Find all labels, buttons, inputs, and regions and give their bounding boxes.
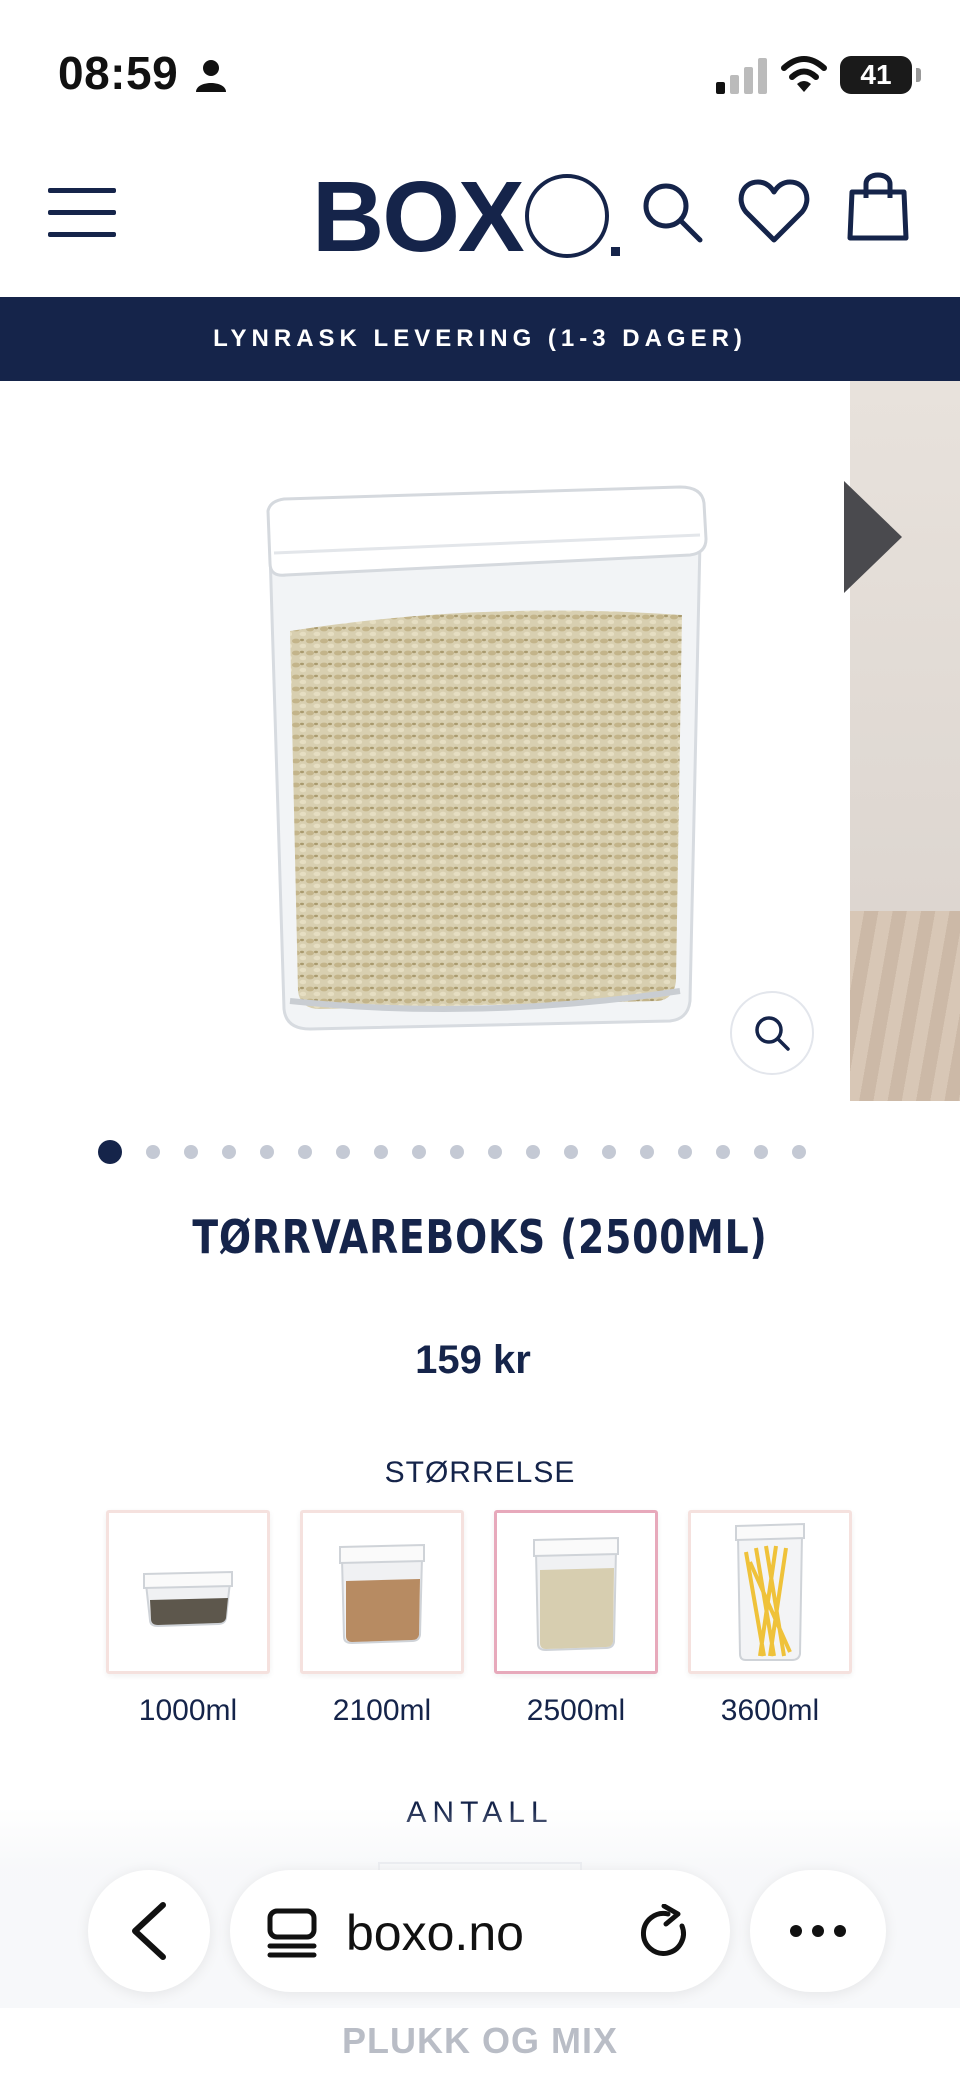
pagination-dot[interactable] [336, 1145, 350, 1159]
variant-label: 2100ml [332, 1694, 432, 1727]
variant-thumbnail[interactable] [106, 1510, 270, 1674]
more-icon-dot [834, 1925, 846, 1937]
pagination-dot[interactable] [184, 1145, 198, 1159]
variant-label: 1000ml [138, 1694, 238, 1727]
next-slide-preview[interactable] [844, 381, 960, 1101]
pagination-dot[interactable] [640, 1145, 654, 1159]
status-time: 08:59 [58, 47, 179, 99]
variant-thumbnail[interactable] [688, 1510, 852, 1674]
next-slide-floor [850, 911, 960, 1101]
logo-text: BOX [312, 161, 525, 273]
size-variants: 1000ml 2100ml 2500ml 3600ml [106, 1510, 856, 1728]
product-image[interactable] [250, 481, 720, 1041]
pagination-dot[interactable] [222, 1145, 236, 1159]
variant-2100ml[interactable]: 2100ml [300, 1510, 464, 1728]
pagination-dot[interactable] [716, 1145, 730, 1159]
pagination-dot[interactable] [450, 1145, 464, 1159]
site-header: BOX [0, 140, 960, 296]
variant-3600ml[interactable]: 3600ml [688, 1510, 852, 1728]
product-title: TØRRVAREBOKS (2500ML) [192, 1210, 768, 1264]
more-icon-dot [790, 1925, 802, 1937]
signal-icon [716, 58, 767, 94]
variant-thumbnail[interactable] [300, 1510, 464, 1674]
variant-1000ml[interactable]: 1000ml [106, 1510, 270, 1728]
variant-label: 2500ml [526, 1694, 626, 1727]
person-icon [196, 60, 226, 92]
variant-image [735, 1522, 805, 1661]
reload-icon[interactable] [638, 1904, 692, 1960]
zoom-button[interactable] [730, 991, 814, 1075]
pagination-dot[interactable] [412, 1145, 426, 1159]
back-icon [132, 1902, 166, 1960]
heart-icon[interactable] [738, 178, 810, 244]
pagination-dot[interactable] [98, 1140, 122, 1164]
battery-indicator: 41 [840, 56, 921, 94]
menu-icon[interactable] [48, 184, 116, 240]
pagination-dot[interactable] [564, 1145, 578, 1159]
tabs-icon[interactable] [266, 1908, 318, 1958]
variant-image [339, 1543, 425, 1645]
logo-dot [610, 247, 620, 256]
status-bar: 08:59 41 [0, 0, 960, 130]
url-text[interactable]: boxo.no [346, 1904, 524, 1962]
announcement-bar: LYNRASK LEVERING (1-3 DAGER) [0, 297, 960, 381]
product-price: 159 kr [415, 1338, 531, 1382]
bag-icon[interactable] [846, 170, 910, 242]
pagination-dot[interactable] [754, 1145, 768, 1159]
pagination-dot[interactable] [260, 1145, 274, 1159]
more-button[interactable] [750, 1870, 886, 1992]
wifi-icon [781, 56, 827, 92]
section-heading: PLUKK OG MIX [341, 2020, 618, 2061]
search-icon[interactable] [640, 180, 704, 244]
back-button[interactable] [88, 1870, 210, 1992]
next-slide-wall [850, 381, 960, 911]
product-gallery[interactable] [0, 381, 960, 1101]
variant-label: 3600ml [720, 1694, 820, 1727]
variant-image [143, 1570, 233, 1628]
logo-o-mark [524, 174, 609, 258]
size-label: STØRRELSE [384, 1456, 576, 1489]
pagination-dot[interactable] [792, 1145, 806, 1159]
address-bar[interactable]: boxo.no [230, 1870, 730, 1992]
pagination-dot[interactable] [374, 1145, 388, 1159]
pagination-dot[interactable] [678, 1145, 692, 1159]
variant-image [533, 1536, 619, 1652]
zoom-icon [755, 1016, 790, 1051]
logo[interactable]: BOX [312, 162, 620, 272]
pagination-dot[interactable] [298, 1145, 312, 1159]
more-icon-dot [812, 1925, 824, 1937]
next-slide-object [844, 481, 902, 593]
variant-2500ml[interactable]: 2500ml [494, 1510, 658, 1728]
pagination-dot[interactable] [146, 1145, 160, 1159]
pagination-dot[interactable] [602, 1145, 616, 1159]
variant-thumbnail[interactable] [494, 1510, 658, 1674]
pagination-dot[interactable] [488, 1145, 502, 1159]
gallery-pagination [98, 1140, 806, 1164]
pagination-dot[interactable] [526, 1145, 540, 1159]
